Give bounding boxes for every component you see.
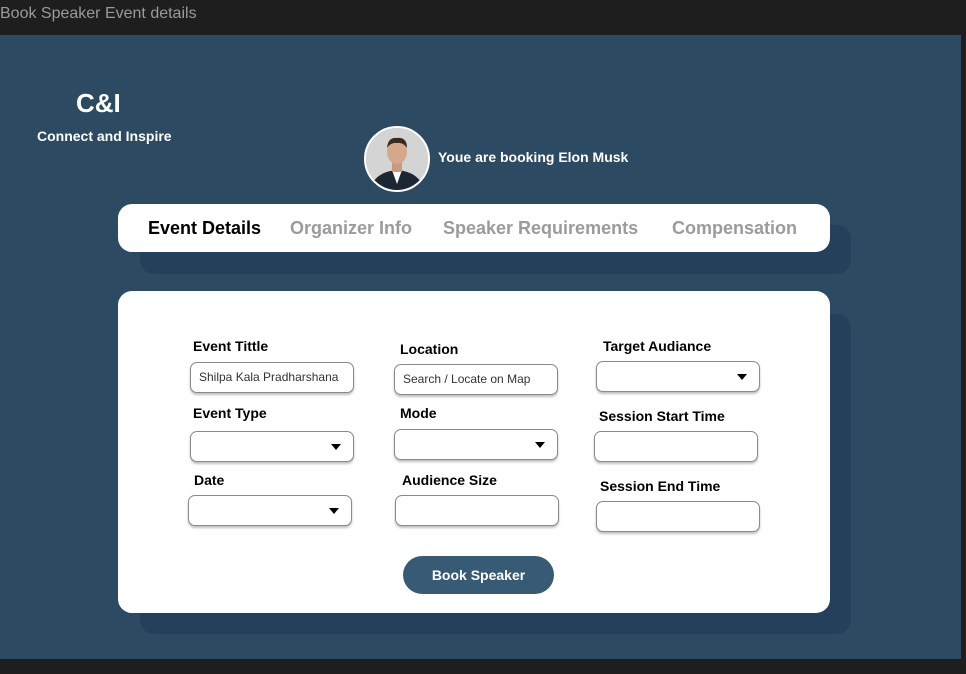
brand-logo: C&I [76, 88, 121, 118]
audience-size-input[interactable] [395, 495, 559, 526]
date-select[interactable] [188, 495, 352, 526]
session-start-input[interactable] [594, 431, 758, 462]
chevron-down-icon [535, 442, 545, 448]
brand-tagline: Connect and Inspire [37, 128, 172, 144]
mode-label: Mode [400, 405, 437, 421]
event-type-select[interactable] [190, 431, 354, 462]
session-end-input[interactable] [596, 501, 760, 532]
target-audience-select[interactable] [596, 361, 760, 392]
window-title: Book Speaker Event details [0, 0, 966, 35]
chevron-down-icon [737, 374, 747, 380]
tab-speaker-requirements[interactable]: Speaker Requirements [443, 218, 638, 239]
book-speaker-button[interactable]: Book Speaker [403, 556, 554, 594]
event-details-form: Event Tittle Shilpa Kala Pradharshana Ev… [118, 291, 830, 613]
event-title-label: Event Tittle [193, 338, 269, 354]
chevron-down-icon [331, 444, 341, 450]
chevron-down-icon [329, 508, 339, 514]
tab-bar: Event Details Organizer Info Speaker Req… [118, 204, 830, 252]
event-type-label: Event Type [193, 405, 267, 421]
location-input[interactable]: Search / Locate on Map [394, 364, 558, 395]
audience-size-label: Audience Size [402, 472, 497, 488]
tab-organizer-info[interactable]: Organizer Info [290, 218, 412, 239]
session-start-label: Session Start Time [599, 408, 725, 424]
session-end-label: Session End Time [600, 478, 721, 494]
tab-event-details[interactable]: Event Details [148, 218, 261, 239]
mode-select[interactable] [394, 429, 558, 460]
location-label: Location [400, 341, 459, 357]
event-title-input[interactable]: Shilpa Kala Pradharshana [190, 362, 354, 393]
target-audience-label: Target Audiance [603, 338, 712, 354]
booking-speaker-text: Youe are booking Elon Musk [438, 149, 629, 165]
tab-compensation[interactable]: Compensation [672, 218, 797, 239]
speaker-avatar [364, 126, 430, 192]
bottom-bar [0, 659, 966, 674]
date-label: Date [194, 472, 225, 488]
page-canvas: C&I Connect and Inspire Youe are booking… [0, 35, 961, 659]
